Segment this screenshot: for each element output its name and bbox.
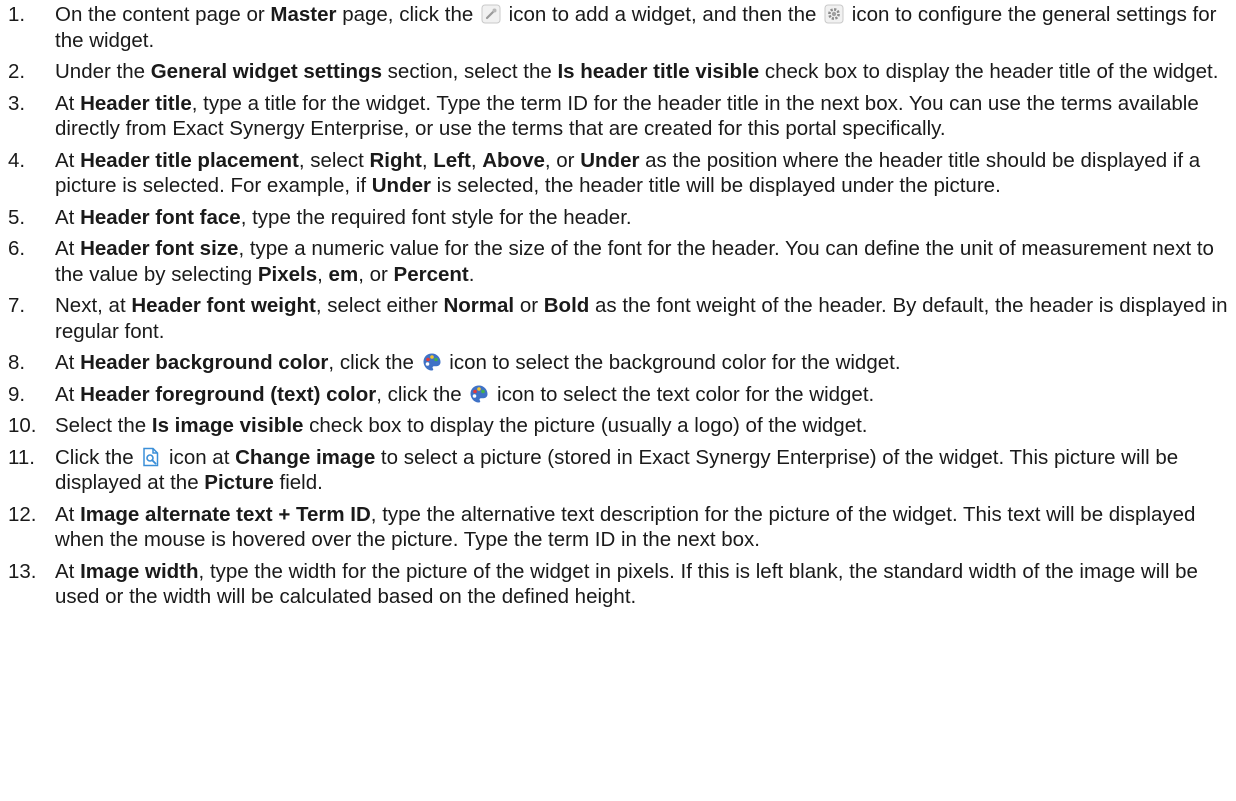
step-text: or xyxy=(514,294,544,317)
step-text: At xyxy=(55,559,81,583)
step-text: , or xyxy=(544,148,581,172)
step-text: , select either xyxy=(315,294,444,317)
step-text: Under the xyxy=(55,60,151,83)
gear-icon xyxy=(824,4,844,24)
step-number: 5. xyxy=(8,205,26,229)
step-text: On the content page or xyxy=(55,3,271,26)
ui-term: Header font size xyxy=(80,237,239,260)
ui-term: Header title placement xyxy=(80,148,299,172)
ui-term: Under xyxy=(580,148,640,172)
step-text: , or xyxy=(358,262,394,286)
step-number: 4. xyxy=(8,148,26,172)
add-widget-icon xyxy=(481,4,501,24)
ui-term: Header font weight xyxy=(131,294,316,317)
step-number: 3. xyxy=(8,91,26,115)
step-number: 12. xyxy=(8,502,37,526)
step-number: 10. xyxy=(8,414,37,437)
step-text: check box to display the header title of… xyxy=(759,60,1219,83)
ui-term: Image alternate text + Term ID xyxy=(80,502,371,526)
ui-term: Right xyxy=(369,148,422,172)
step-text: Select the xyxy=(55,414,152,437)
step-number: 6. xyxy=(8,237,26,260)
step-text: At xyxy=(55,351,81,374)
ui-term: Above xyxy=(482,148,545,172)
step-text: icon at xyxy=(163,445,236,469)
step-text: field. xyxy=(273,471,323,494)
palette-icon xyxy=(469,384,489,404)
ui-term: Picture xyxy=(204,471,274,494)
step-text: , select xyxy=(298,148,370,172)
change-image-icon xyxy=(141,447,161,467)
step-text: section, select the xyxy=(381,60,558,83)
step-number: 11. xyxy=(8,445,35,469)
ui-term: Change image xyxy=(235,445,376,469)
step-text: Click the xyxy=(55,445,140,469)
step-text: At xyxy=(55,91,81,115)
step-text: At xyxy=(55,205,81,229)
ui-term: General widget settings xyxy=(150,60,382,83)
step-text: , type the required font style for the h… xyxy=(240,205,632,229)
step-item: 5. At Header font face, type the required… xyxy=(0,205,1236,231)
step-item: 4. At Header title placement, select Righ… xyxy=(0,148,1236,199)
step-text: icon to select the text color for the wi… xyxy=(491,382,875,406)
ui-term: Normal xyxy=(443,294,515,317)
step-text: is selected, the header title will be di… xyxy=(430,174,1001,197)
step-item: 7. Next, at Header font weight, select ei… xyxy=(0,293,1236,344)
step-item: 10. Select the Is image visible check box… xyxy=(0,413,1236,439)
step-text: check box to display the picture (usuall… xyxy=(303,414,868,437)
step-number: 1. xyxy=(8,3,26,26)
ui-term: Percent xyxy=(393,262,469,286)
step-text: , type a title for the widget. Type the … xyxy=(55,91,1199,141)
step-item: 13. At Image width, type the width for th… xyxy=(0,559,1236,610)
step-text: At xyxy=(55,148,81,172)
step-number: 2. xyxy=(8,60,26,83)
palette-icon xyxy=(422,352,442,372)
step-item: 11. Click the icon at Change image to sel… xyxy=(0,445,1236,496)
step-item: 8. At Header background color, click the … xyxy=(0,350,1236,376)
step-text: , xyxy=(317,262,329,286)
ui-term: Pixels xyxy=(257,262,318,286)
ui-term: Is image visible xyxy=(151,414,304,437)
step-item: 3. At Header title, type a title for the … xyxy=(0,91,1236,142)
step-item: 6. At Header font size, type a numeric va… xyxy=(0,236,1236,287)
step-text: icon to add a widget, and then the xyxy=(502,3,823,26)
step-text: , xyxy=(421,148,434,172)
step-item: 12. At Image alternate text + Term ID, ty… xyxy=(0,502,1236,553)
step-text: At xyxy=(55,237,81,260)
ui-term: Is header title visible xyxy=(557,60,760,83)
step-text: At xyxy=(55,502,81,526)
step-item: 9. At Header foreground (text) color, cli… xyxy=(0,382,1236,408)
ui-term: Bold xyxy=(543,294,590,317)
instruction-list: 1. On the content page or Master page, cl… xyxy=(0,0,1236,610)
ui-term: Master xyxy=(270,3,337,26)
ui-term: Image width xyxy=(80,559,199,583)
step-item: 1. On the content page or Master page, cl… xyxy=(0,2,1236,53)
ui-term: Left xyxy=(433,148,471,172)
ui-term: Under xyxy=(371,174,431,197)
step-text: , xyxy=(470,148,483,172)
step-text: , click the xyxy=(376,382,468,406)
step-text: , type the width for the picture of the … xyxy=(55,559,1198,609)
ui-term: em xyxy=(328,262,359,286)
ui-term: Header foreground (text) color xyxy=(80,382,377,406)
ui-term: Header background color xyxy=(80,351,329,374)
step-text: page, click the xyxy=(336,3,479,26)
step-text: icon to select the background color for … xyxy=(443,351,901,374)
step-text: Next, at xyxy=(55,294,132,317)
step-number: 9. xyxy=(8,382,26,406)
ui-term: Header font face xyxy=(80,205,241,229)
step-text: . xyxy=(468,262,475,286)
step-number: 13. xyxy=(8,559,37,583)
ui-term: Header title xyxy=(80,91,192,115)
step-text: At xyxy=(55,382,81,406)
step-text: , click the xyxy=(328,351,420,374)
step-number: 7. xyxy=(8,294,26,317)
step-number: 8. xyxy=(8,351,26,374)
step-item: 2. Under the General widget settings sect… xyxy=(0,59,1236,85)
